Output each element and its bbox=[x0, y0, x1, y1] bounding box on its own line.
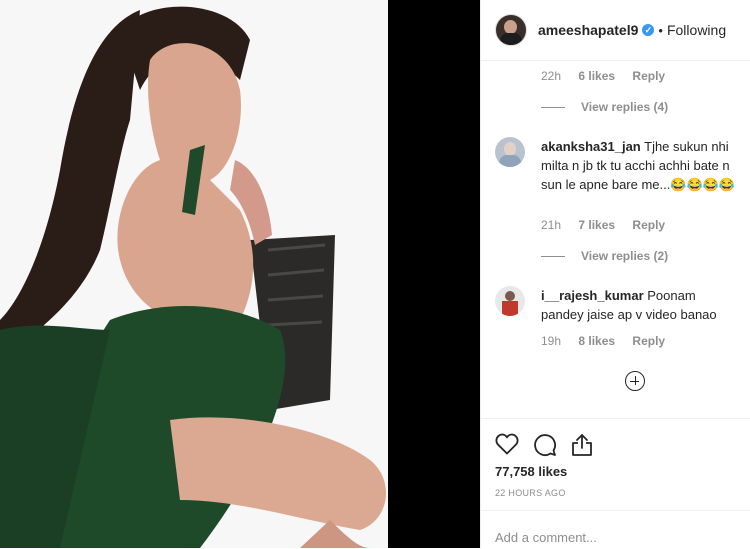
reply-button[interactable]: Reply bbox=[632, 334, 665, 348]
view-replies-label[interactable]: View replies (2) bbox=[581, 249, 668, 263]
commenter-username[interactable]: akanksha31_jan bbox=[541, 139, 641, 154]
reply-button[interactable]: Reply bbox=[632, 69, 665, 83]
commenter-username[interactable]: i__rajesh_kumar bbox=[541, 288, 644, 303]
comment-bubble-icon[interactable] bbox=[533, 433, 557, 457]
comment-meta: 21h 7 likes Reply bbox=[541, 218, 679, 232]
comment-item: i__rajesh_kumar Poonam pandey jaise ap v… bbox=[495, 286, 741, 324]
reply-button[interactable]: Reply bbox=[632, 218, 665, 232]
post-actions: 77,758 likes 22 HOURS AGO bbox=[481, 418, 750, 498]
action-icons bbox=[495, 433, 607, 457]
post-image bbox=[0, 0, 388, 548]
comment-time: 19h bbox=[541, 334, 562, 348]
following-button[interactable]: Following bbox=[667, 22, 726, 38]
share-icon[interactable] bbox=[571, 433, 593, 457]
author-avatar[interactable] bbox=[495, 14, 527, 46]
separator-dot: • bbox=[658, 22, 663, 38]
comment-body: akanksha31_jan Tjhe sukun nhi milta n jb… bbox=[541, 137, 741, 194]
add-comment-box[interactable]: Add a comment... bbox=[481, 510, 750, 549]
post-header: ameeshapatel9 ✓ • Following bbox=[481, 0, 750, 61]
likes-count[interactable]: 77,758 likes bbox=[495, 464, 567, 479]
comment-body: i__rajesh_kumar Poonam pandey jaise ap v… bbox=[541, 286, 741, 324]
heart-icon[interactable] bbox=[495, 433, 519, 455]
comment-meta: 19h 8 likes Reply bbox=[541, 334, 679, 348]
comment-item: akanksha31_jan Tjhe sukun nhi milta n jb… bbox=[495, 137, 741, 194]
view-replies[interactable]: View replies (2) bbox=[541, 249, 668, 263]
view-replies-label[interactable]: View replies (4) bbox=[581, 100, 668, 114]
post-sidebar: ameeshapatel9 ✓ • Following 22h 6 likes … bbox=[480, 0, 750, 548]
comment-meta: 22h 6 likes Reply bbox=[541, 69, 679, 83]
replies-divider bbox=[541, 106, 565, 108]
replies-divider bbox=[541, 255, 565, 257]
comment-likes[interactable]: 7 likes bbox=[578, 218, 615, 232]
comment-likes[interactable]: 8 likes bbox=[578, 334, 615, 348]
comment-time: 22h bbox=[541, 69, 562, 83]
post-photo bbox=[0, 0, 388, 548]
comment-likes[interactable]: 6 likes bbox=[578, 69, 615, 83]
add-comment-input[interactable]: Add a comment... bbox=[495, 530, 597, 545]
post-timestamp: 22 HOURS AGO bbox=[495, 488, 566, 498]
plus-circle-icon[interactable] bbox=[625, 371, 645, 391]
comment-time: 21h bbox=[541, 218, 562, 232]
verified-badge-icon: ✓ bbox=[642, 24, 655, 36]
author-username[interactable]: ameeshapatel9 bbox=[538, 22, 638, 38]
photo-letterbox bbox=[388, 0, 480, 548]
commenter-avatar[interactable] bbox=[495, 137, 525, 167]
view-replies[interactable]: View replies (4) bbox=[541, 100, 668, 114]
commenter-avatar[interactable] bbox=[495, 286, 525, 316]
